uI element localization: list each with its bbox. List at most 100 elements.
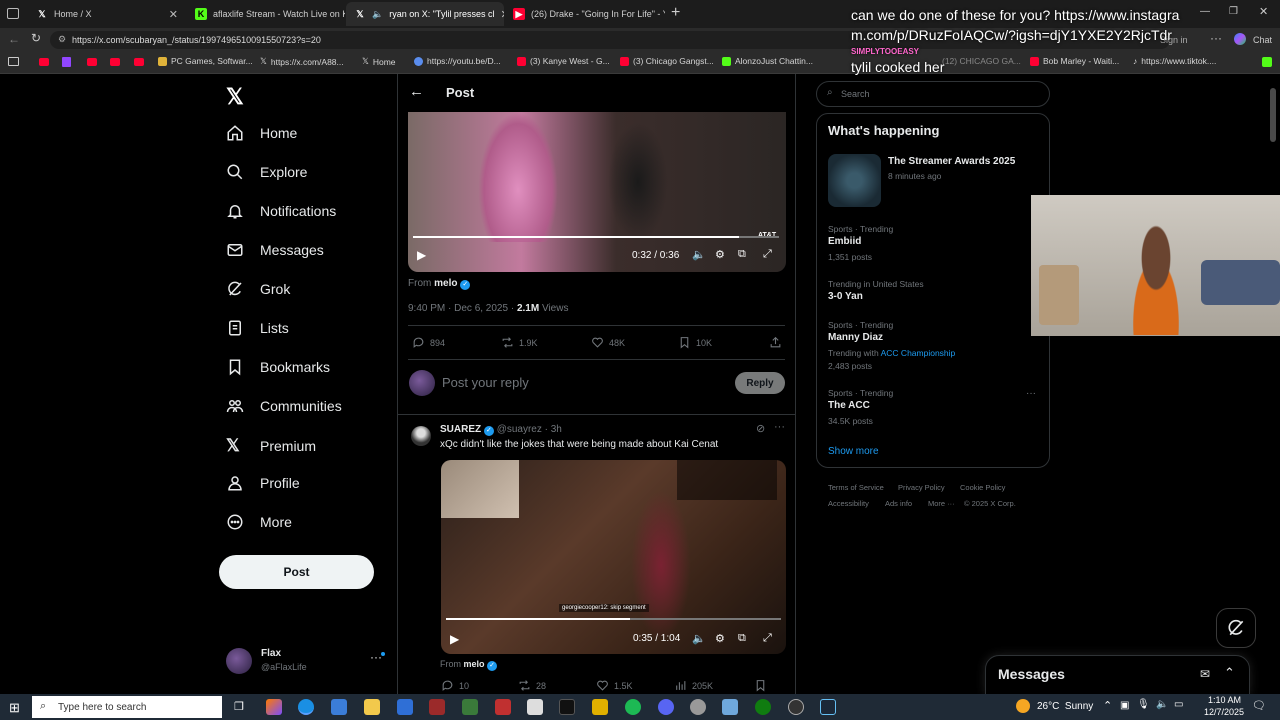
menu-dots-icon[interactable]: ···	[1210, 31, 1222, 45]
youtube-icon[interactable]	[110, 58, 120, 66]
app-icon[interactable]	[495, 699, 511, 715]
bookmark-home[interactable]: 𝕏 Home	[362, 56, 396, 67]
fullscreen-icon[interactable]: ⤢	[763, 632, 772, 645]
weather-text[interactable]: 26°C Sunny	[1037, 701, 1093, 712]
bookmark-youtu-be[interactable]: https://youtu.be/D...	[414, 56, 501, 66]
reply-input[interactable]: Post your reply	[442, 375, 529, 390]
nav-explore[interactable]: Explore	[226, 163, 307, 181]
clock-time[interactable]: 1:10 AM	[1208, 695, 1241, 705]
chevron-up-icon[interactable]: ⌃	[1224, 665, 1235, 681]
footer-link[interactable]: Cookie Policy	[960, 483, 1005, 492]
fullscreen-icon[interactable]: ⤢	[763, 248, 772, 261]
app-icon[interactable]	[592, 699, 608, 715]
footer-link[interactable]: More ···	[928, 499, 955, 508]
nav-more[interactable]: More	[226, 513, 292, 531]
show-more-link[interactable]: Show more	[828, 446, 879, 457]
reply-button[interactable]: Reply	[735, 372, 785, 394]
progress-track[interactable]	[446, 618, 781, 620]
footer-link[interactable]: Accessibility	[828, 499, 869, 508]
post-button[interactable]: Post	[219, 555, 374, 589]
settings-icon[interactable]: ⚙	[715, 248, 725, 261]
display-icon[interactable]: ▭	[1174, 699, 1183, 710]
taskbar-search[interactable]: ⌕ Type here to search	[32, 696, 222, 718]
nav-premium[interactable]: 𝕏 Premium	[226, 436, 316, 456]
more-dots-icon[interactable]: ···	[370, 650, 382, 664]
more-dots-icon[interactable]: ···	[774, 421, 785, 433]
app-icon[interactable]	[397, 699, 413, 715]
settings-icon[interactable]: ⚙	[715, 632, 725, 645]
restore-icon[interactable]: ❐	[1229, 6, 1238, 17]
clock-date[interactable]: 12/7/2025	[1204, 707, 1244, 717]
app-icon[interactable]	[559, 699, 575, 715]
speaker-icon[interactable]: 🔈	[372, 9, 383, 20]
author-handle[interactable]: @suayrez	[497, 424, 542, 435]
avatar[interactable]	[411, 426, 431, 446]
views-action[interactable]: 205K	[674, 679, 713, 692]
bookmark-alonzo[interactable]: AlonzoJust Chattin...	[722, 56, 813, 66]
app-icon[interactable]	[788, 699, 804, 715]
tab-youtube[interactable]: ▶ (26) Drake - "Going In For Life" - Y ✕	[505, 2, 665, 26]
tray-chevron-icon[interactable]: ⌃	[1103, 699, 1112, 712]
page-scrollbar[interactable]	[1270, 88, 1276, 142]
tab-actions-icon[interactable]	[7, 8, 19, 19]
volume-icon[interactable]: 🔈	[692, 632, 706, 645]
tab-kick-stream[interactable]: K aflaxlife Stream - Watch Live on Ki ✕	[187, 2, 345, 26]
bookmark-chicago-gangst[interactable]: (3) Chicago Gangst...	[620, 56, 714, 66]
pip-icon[interactable]: ⧉	[738, 632, 746, 645]
network-icon[interactable]: ▣	[1120, 700, 1129, 711]
volume-icon[interactable]: 🔈	[1156, 699, 1168, 710]
bookmark-pc-games[interactable]: PC Games, Softwar...	[158, 56, 253, 66]
app-icon[interactable]	[266, 699, 282, 715]
chat-button[interactable]: Chat	[1253, 35, 1272, 45]
reply-action[interactable]: 10	[441, 679, 469, 692]
nav-grok[interactable]: Grok	[226, 280, 290, 298]
xbox-icon[interactable]	[755, 699, 771, 715]
bookmark-kanye[interactable]: (3) Kanye West - G...	[517, 56, 610, 66]
apps-icon[interactable]	[8, 57, 19, 66]
footer-link[interactable]: Privacy Policy	[898, 483, 945, 492]
youtube-icon[interactable]	[134, 58, 144, 66]
minimize-icon[interactable]: —	[1200, 6, 1210, 17]
new-tab-button[interactable]: +	[671, 4, 680, 22]
repost-action[interactable]: 1.9K	[501, 336, 538, 349]
copilot-icon[interactable]	[1234, 33, 1246, 45]
play-icon[interactable]: ▶	[450, 632, 459, 646]
task-view-icon[interactable]: ❐	[234, 700, 244, 713]
tab-current-post[interactable]: 𝕏 🔈 ryan on X: "Tylil presses cl ✕	[346, 2, 504, 26]
x-logo-icon[interactable]: 𝕏	[226, 84, 244, 110]
nav-communities[interactable]: Communities	[226, 397, 342, 415]
notifications-icon[interactable]: 🗨	[1252, 699, 1266, 712]
nav-bookmarks[interactable]: Bookmarks	[226, 358, 330, 376]
repost-action[interactable]: 28	[518, 679, 546, 692]
edge-icon[interactable]	[298, 699, 314, 715]
nav-lists[interactable]: Lists	[226, 319, 289, 337]
site-info-icon[interactable]: ⚙	[58, 34, 66, 45]
search-input[interactable]: ⌕ Search	[816, 81, 1050, 107]
spotify-icon[interactable]	[625, 699, 641, 715]
nav-notifications[interactable]: Notifications	[226, 202, 336, 220]
reload-icon[interactable]: ↻	[31, 31, 41, 45]
share-action[interactable]	[769, 336, 782, 349]
app-icon[interactable]	[462, 699, 478, 715]
mic-icon[interactable]: 🎙	[1137, 699, 1150, 710]
play-icon[interactable]: ▶	[417, 248, 426, 262]
author-name[interactable]: SUAREZ	[440, 424, 481, 435]
bookmark-action[interactable]: 10K	[678, 336, 712, 349]
app-icon[interactable]	[722, 699, 738, 715]
grok-floating-button[interactable]	[1216, 608, 1256, 648]
like-action[interactable]: 1.5K	[596, 679, 633, 692]
source-user[interactable]: melo	[434, 278, 457, 289]
app-icon[interactable]	[527, 699, 543, 715]
messages-drawer[interactable]: Messages ✉ ⌃	[985, 655, 1250, 695]
post-timestamp[interactable]: 9:40 PM · Dec 6, 2025 ·	[408, 303, 514, 314]
steam-icon[interactable]	[820, 699, 836, 715]
nav-profile[interactable]: Profile	[226, 474, 300, 492]
close-window-icon[interactable]: ✕	[1259, 5, 1268, 18]
reply-action[interactable]: 894	[412, 336, 445, 349]
progress-track[interactable]	[413, 236, 779, 238]
grok-icon[interactable]: ⊘	[756, 422, 765, 435]
tweet-time[interactable]: · 3h	[545, 424, 562, 435]
bookmark-action[interactable]	[754, 679, 767, 692]
windows-start-icon[interactable]: ⊞	[9, 700, 20, 716]
folder-icon[interactable]	[364, 699, 380, 715]
